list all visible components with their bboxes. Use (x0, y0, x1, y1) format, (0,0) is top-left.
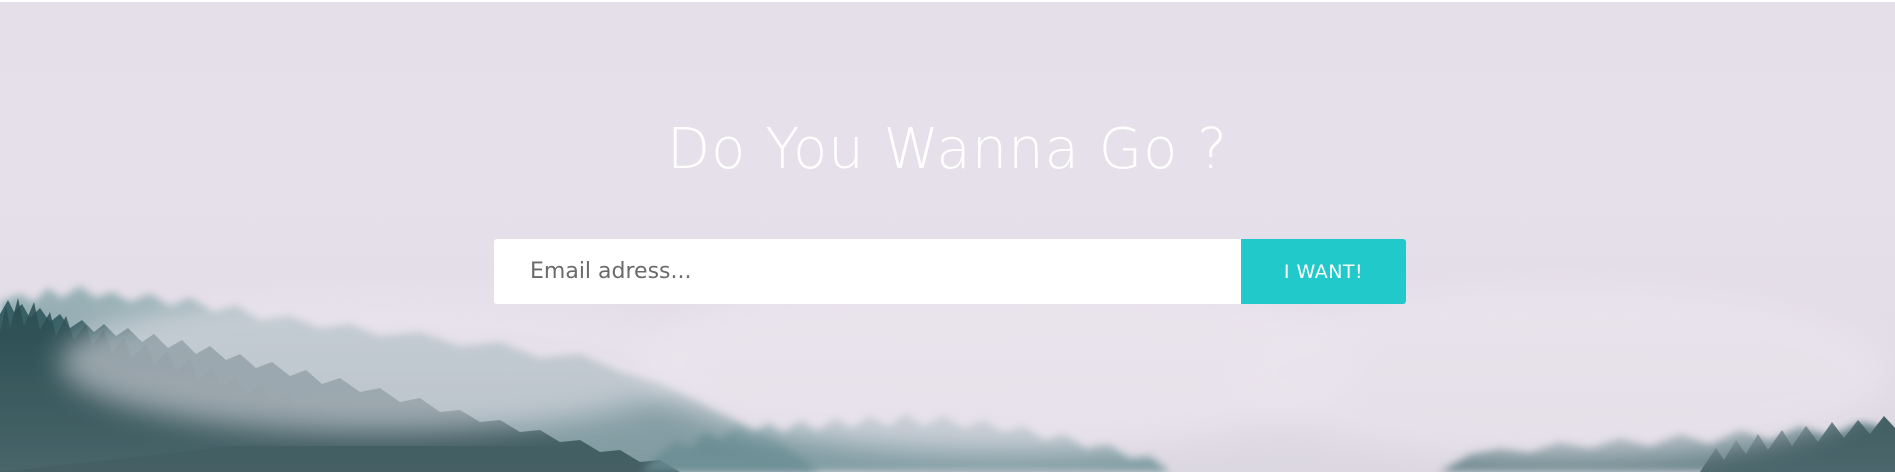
page-headline: Do You Wanna Go ? (667, 117, 1228, 182)
i-want-button[interactable]: I WANT! (1241, 239, 1406, 304)
email-input[interactable] (494, 239, 1241, 304)
hero-section: Do You Wanna Go ? I WANT! (0, 2, 1895, 472)
email-signup-form: I WANT! (494, 239, 1406, 304)
misty-forest-background (0, 252, 1895, 472)
